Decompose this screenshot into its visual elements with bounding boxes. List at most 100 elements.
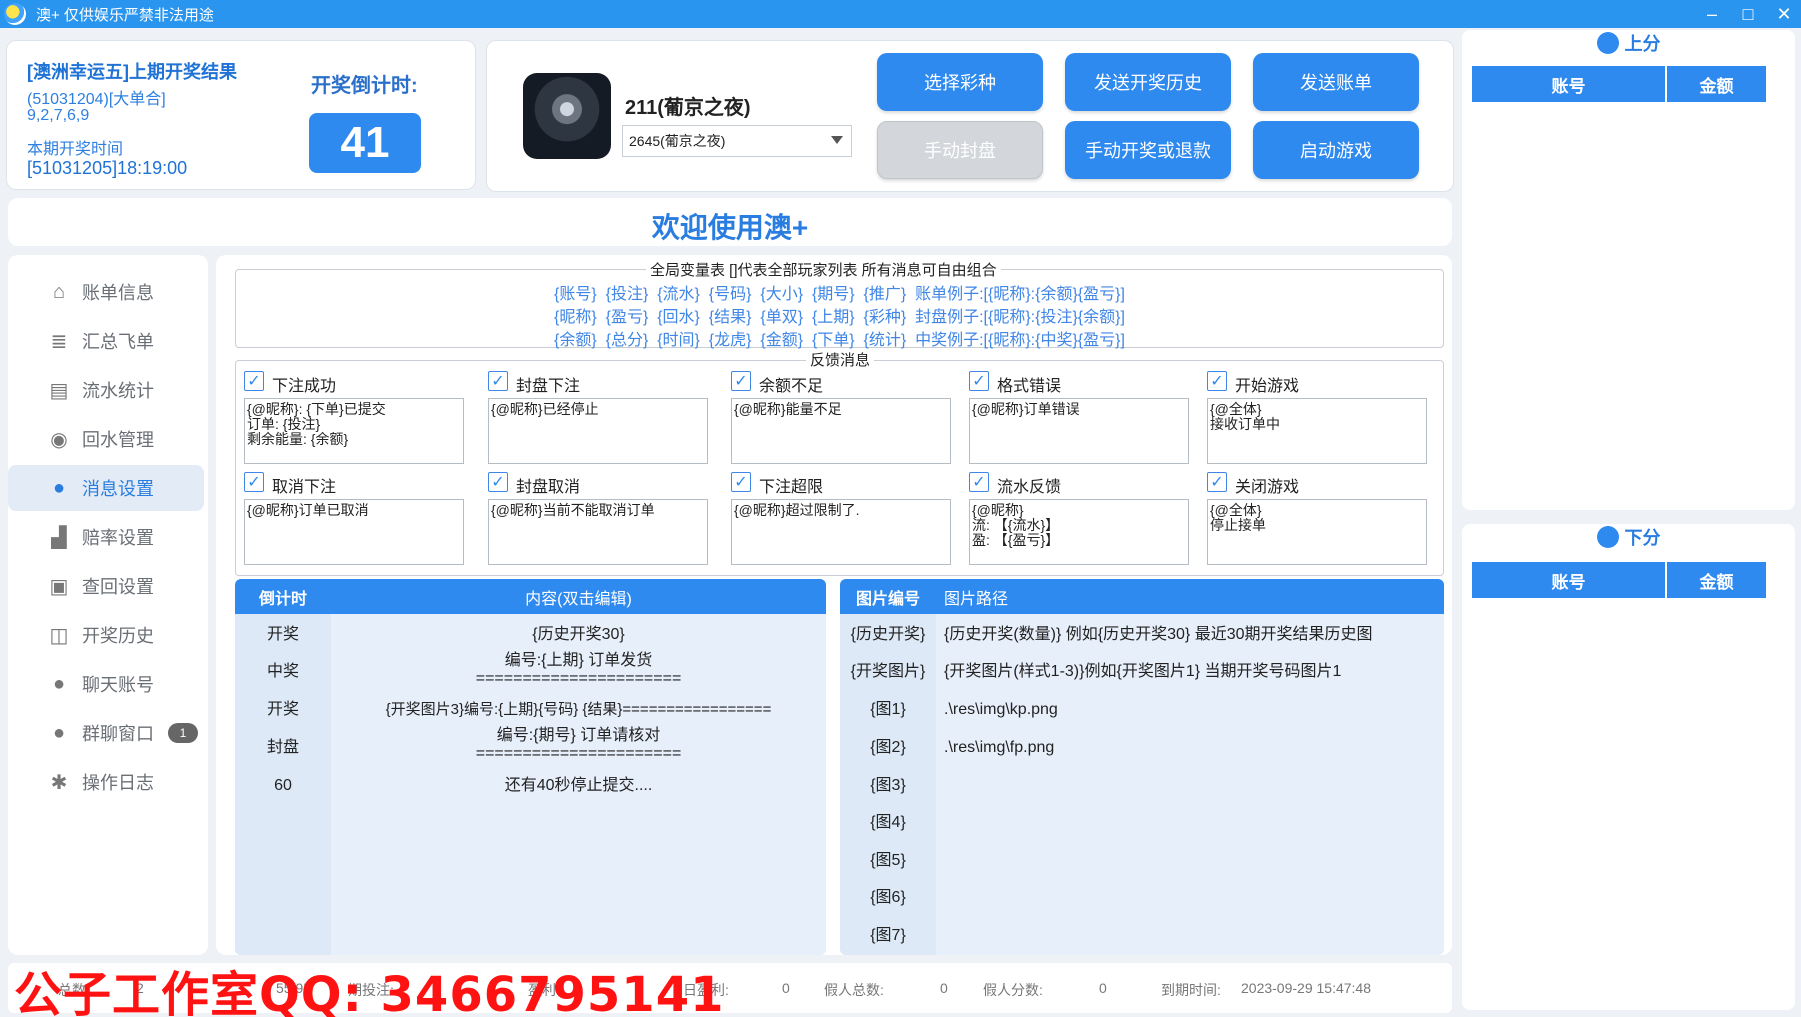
image-id-cell[interactable]: {图1} <box>840 701 936 719</box>
image-table: 图片编号 图片路径 {历史开奖} {历史开奖(数量)} 例如{历史开奖30} 最… <box>840 579 1444 955</box>
title-bar: 澳+ 仅供娱乐严禁非法用途 – □ ✕ <box>0 0 1801 28</box>
schedule-content-cell[interactable]: 编号:{上期} 订单发货 ====================== <box>331 652 826 688</box>
check-icon[interactable]: ✓ <box>244 472 264 492</box>
game-dropdown[interactable]: 2645(葡京之夜) <box>622 125 852 157</box>
image-id-cell[interactable]: {历史开奖} <box>840 626 936 644</box>
select-lottery-button[interactable]: 选择彩种 <box>877 53 1043 111</box>
down-score-panel: 下分 账号 金额 <box>1462 524 1795 1010</box>
up-score-title: 上分 <box>1624 34 1661 54</box>
column-header-countdown: 倒计时 <box>258 590 307 608</box>
up-score-panel: 上分 账号 金额 <box>1462 30 1795 510</box>
manual-close-button[interactable]: 手动封盘 <box>877 121 1043 179</box>
feedback-label: 流水反馈 <box>997 479 1062 496</box>
sidebar-item-label: 操作日志 <box>82 773 154 793</box>
image-table-header: 图片编号 图片路径 <box>840 579 1444 614</box>
status-fake-score-value: 0 <box>1099 980 1107 996</box>
image-id-cell[interactable]: {图6} <box>840 889 936 907</box>
game-dropdown-value: 2645(葡京之夜) <box>629 133 726 149</box>
feedback-textarea[interactable]: {@昵称}订单错误 <box>969 398 1189 464</box>
sidebar-item-chat-account[interactable]: ● 聊天账号 <box>8 661 204 707</box>
sidebar-item-group-chat[interactable]: ● 群聊窗口 1 <box>8 710 204 756</box>
schedule-time-cell[interactable]: 封盘 <box>235 739 331 757</box>
feedback-label: 取消下注 <box>272 479 337 496</box>
manual-draw-button[interactable]: 手动开奖或退款 <box>1065 121 1231 179</box>
send-bill-button[interactable]: 发送账单 <box>1253 53 1419 111</box>
message-settings-panel: {账号} {投注} {流水} {号码} {大小} {期号} {推广} 账单例子:… <box>216 255 1452 955</box>
down-score-header: 下分 <box>1462 524 1795 550</box>
schedule-content-cell[interactable]: {历史开奖30} <box>331 626 826 644</box>
sidebar-item-odds[interactable]: ▟ 赔率设置 <box>8 514 204 560</box>
sidebar-item-check-settings[interactable]: ▣ 查回设置 <box>8 563 204 609</box>
down-account-column[interactable]: 账号 <box>1472 562 1665 598</box>
image-path-cell[interactable]: .\res\img\kp.png <box>944 701 1058 719</box>
feedback-textarea[interactable]: {@昵称}已经停止 <box>488 398 708 464</box>
app-logo-icon <box>4 3 26 25</box>
send-history-button[interactable]: 发送开奖历史 <box>1065 53 1231 111</box>
up-account-column[interactable]: 账号 <box>1472 66 1665 102</box>
welcome-banner: 欢迎使用澳+ <box>8 198 1452 246</box>
image-id-cell[interactable]: {图2} <box>840 739 936 757</box>
global-variables-box: {账号} {投注} {流水} {号码} {大小} {期号} {推广} 账单例子:… <box>235 269 1444 349</box>
sidebar-item-operation-log[interactable]: ✱ 操作日志 <box>8 759 204 805</box>
minimize-button[interactable]: – <box>1694 0 1730 28</box>
close-button[interactable]: ✕ <box>1766 0 1801 28</box>
schedule-time-cell[interactable]: 开奖 <box>235 701 331 719</box>
feedback-textarea[interactable]: {@昵称}当前不能取消订单 <box>488 499 708 565</box>
feedback-label: 下注成功 <box>272 378 337 395</box>
up-amount-column[interactable]: 金额 <box>1667 66 1766 102</box>
feedback-textarea[interactable]: {@昵称} 流: 【{流水}】 盈: 【{盈亏}】 <box>969 499 1189 565</box>
sidebar-item-message-settings[interactable]: ● 消息设置 <box>8 465 204 511</box>
feedback-textarea[interactable]: {@昵称}超过限制了. <box>731 499 951 565</box>
down-score-icon <box>1596 526 1619 549</box>
schedule-time-cell[interactable]: 开奖 <box>235 626 331 644</box>
feedback-textarea[interactable]: {@昵称}能量不足 <box>731 398 951 464</box>
schedule-content-cell[interactable]: {开奖图片3}编号:{上期}{号码} {结果}================= <box>331 701 826 719</box>
check-icon[interactable]: ✓ <box>488 472 508 492</box>
sidebar: ⌂ 账单信息 ≣ 汇总飞单 ▤ 流水统计 ◉ 回水管理 ● 消息设置 ▟ 赔率设置 ▣ 查回设… <box>8 255 208 955</box>
image-id-cell[interactable]: {图7} <box>840 927 936 945</box>
sidebar-item-label: 赔率设置 <box>82 528 154 548</box>
feedback-label: 开始游戏 <box>1235 378 1300 395</box>
image-id-cell[interactable]: {图3} <box>840 777 936 795</box>
sidebar-item-bill-info[interactable]: ⌂ 账单信息 <box>8 269 204 315</box>
image-path-cell[interactable]: .\res\img\fp.png <box>944 739 1054 757</box>
check-icon[interactable]: ✓ <box>969 371 989 391</box>
column-header-content: 内容(双击编辑) <box>525 590 632 608</box>
schedule-content-cell[interactable]: 编号:{期号} 订单请核对 ====================== <box>331 727 826 763</box>
schedule-time-cell[interactable]: 中奖 <box>235 663 331 681</box>
check-icon[interactable]: ✓ <box>1207 472 1227 492</box>
countdown-value: 41 <box>309 113 421 173</box>
maximize-button[interactable]: □ <box>1730 0 1766 28</box>
check-icon[interactable]: ✓ <box>488 371 508 391</box>
last-draw-panel: [澳洲幸运五]上期开奖结果 (51031204)[大单合] 9,2,7,6,9 … <box>6 40 476 190</box>
sidebar-item-flow-stats[interactable]: ▤ 流水统计 <box>8 367 204 413</box>
image-id-cell[interactable]: {开奖图片} <box>840 663 936 681</box>
sidebar-item-rebate[interactable]: ◉ 回水管理 <box>8 416 204 462</box>
feedback-textarea[interactable]: {@全体} 接收订单中 <box>1207 398 1427 464</box>
schedule-content-cell[interactable]: 还有40秒停止提交.... <box>331 777 826 795</box>
image-path-cell[interactable]: {开奖图片(样式1-3)}例如{开奖图片1} 当期开奖号码图片1 <box>944 663 1341 681</box>
variables-line-1: {账号} {投注} {流水} {号码} {大小} {期号} {推广} 账单例子:… <box>554 286 1125 303</box>
image-id-cell[interactable]: {图4} <box>840 814 936 832</box>
down-amount-column[interactable]: 金额 <box>1667 562 1766 598</box>
check-icon[interactable]: ✓ <box>1207 371 1227 391</box>
start-game-button[interactable]: 启动游戏 <box>1253 121 1419 179</box>
status-fake-score-label: 假人分数: <box>983 982 1043 998</box>
sidebar-item-draw-history[interactable]: ◫ 开奖历史 <box>8 612 204 658</box>
feedback-box: ✓ 下注成功 {@昵称}: {下单}已提交 订单: {投注} 剩余能量: {余额… <box>235 360 1444 576</box>
feedback-textarea[interactable]: {@全体} 停止接单 <box>1207 499 1427 565</box>
check-icon[interactable]: ✓ <box>731 371 751 391</box>
schedule-time-cell[interactable]: 60 <box>235 777 331 795</box>
check-icon[interactable]: ✓ <box>969 472 989 492</box>
schedule-table-header: 倒计时 内容(双击编辑) <box>235 579 826 614</box>
countdown-label: 开奖倒计时: <box>311 75 418 97</box>
check-icon[interactable]: ✓ <box>244 371 264 391</box>
check-icon[interactable]: ✓ <box>731 472 751 492</box>
sidebar-item-summary[interactable]: ≣ 汇总飞单 <box>8 318 204 364</box>
feedback-textarea[interactable]: {@昵称}: {下单}已提交 订单: {投注} 剩余能量: {余额} <box>244 398 464 464</box>
sidebar-item-label: 查回设置 <box>82 577 154 597</box>
image-id-cell[interactable]: {图5} <box>840 852 936 870</box>
feedback-textarea[interactable]: {@昵称}订单已取消 <box>244 499 464 565</box>
current-draw-time: [51031205]18:19:00 <box>27 158 188 178</box>
image-path-cell[interactable]: {历史开奖(数量)} 例如{历史开奖30} 最近30期开奖结果历史图 <box>944 626 1373 644</box>
